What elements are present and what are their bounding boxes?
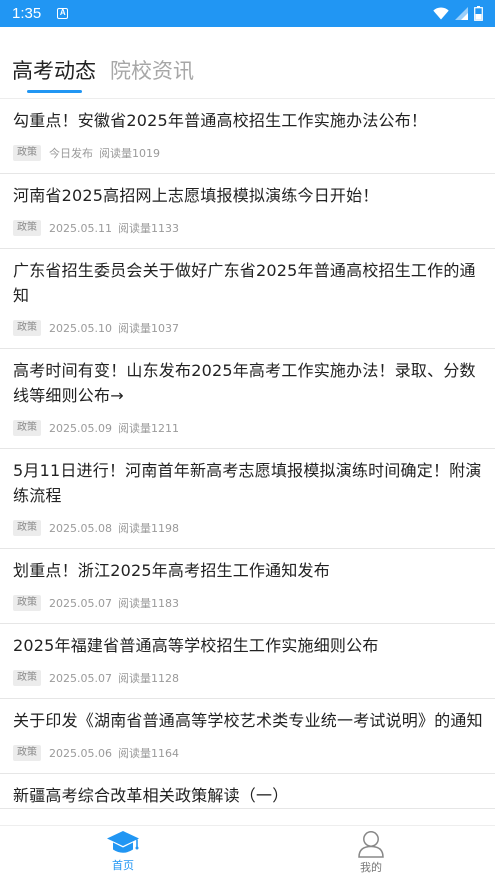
bottom-nav: 首页 我的: [0, 825, 495, 880]
news-meta: 政策 2025.05.07 阅读量1183: [13, 583, 483, 623]
category-tag: 政策: [13, 320, 41, 336]
news-item[interactable]: 划重点！浙江2025年高考招生工作通知发布 政策 2025.05.07 阅读量1…: [0, 549, 495, 624]
news-title: 划重点！浙江2025年高考招生工作通知发布: [13, 561, 330, 580]
news-item[interactable]: 新疆高考综合改革相关政策解读（一）: [0, 774, 495, 809]
news-date: 2025.05.11: [49, 221, 112, 235]
read-count: 阅读量1198: [117, 522, 179, 535]
news-date: 2025.05.08: [49, 521, 112, 535]
wifi-icon: [433, 7, 449, 20]
tab-bar: 高考动态 院校资讯: [0, 27, 495, 99]
news-title: 高考时间有变！山东发布2025年高考工作实施办法！录取、分数线等细则公布→: [13, 361, 476, 405]
category-tag: 政策: [13, 745, 41, 761]
category-tag: 政策: [13, 520, 41, 536]
news-meta: 政策 2025.05.08 阅读量1198: [13, 508, 483, 548]
news-title: 2025年福建省普通高等学校招生工作实施细则公布: [13, 636, 379, 655]
category-tag: 政策: [13, 595, 41, 611]
nav-home[interactable]: 首页: [83, 826, 163, 880]
news-item[interactable]: 河南省2025高招网上志愿填报模拟演练今日开始！ 政策 2025.05.11 阅…: [0, 174, 495, 249]
news-list[interactable]: 勾重点！安徽省2025年普通高校招生工作实施办法公布！ 政策 今日发布 阅读量1…: [0, 99, 495, 825]
news-meta: 政策 2025.05.09 阅读量1211: [13, 408, 483, 448]
news-item[interactable]: 勾重点！安徽省2025年普通高校招生工作实施办法公布！ 政策 今日发布 阅读量1…: [0, 99, 495, 174]
tab-gaokao-news[interactable]: 高考动态: [12, 57, 96, 85]
news-title: 勾重点！安徽省2025年普通高校招生工作实施办法公布！: [13, 111, 428, 130]
category-tag: 政策: [13, 420, 41, 436]
news-date: 今日发布: [49, 147, 93, 160]
news-meta: 政策 2025.05.11 阅读量1133: [13, 208, 483, 248]
read-count: 阅读量1037: [117, 322, 179, 335]
tab-indicator: [27, 90, 82, 93]
news-item[interactable]: 2025年福建省普通高等学校招生工作实施细则公布 政策 2025.05.07 阅…: [0, 624, 495, 699]
battery-icon: [474, 6, 483, 21]
signal-icon: [455, 7, 468, 20]
news-title: 关于印发《湖南省普通高等学校艺术类专业统一考试说明》的通知: [13, 711, 483, 730]
news-item[interactable]: 5月11日进行！河南首年新高考志愿填报模拟演练时间确定！附演练流程 政策 202…: [0, 449, 495, 549]
news-item[interactable]: 广东省招生委员会关于做好广东省2025年普通高校招生工作的通知 政策 2025.…: [0, 249, 495, 349]
news-meta: 政策 2025.05.06 阅读量1164: [13, 733, 483, 773]
read-count: 阅读量1128: [117, 672, 179, 685]
status-bar: 1:35 A: [0, 0, 495, 27]
tab-college-info[interactable]: 院校资讯: [110, 57, 194, 85]
category-tag: 政策: [13, 670, 41, 686]
read-count: 阅读量1211: [117, 422, 179, 435]
news-meta: 政策 2025.05.07 阅读量1128: [13, 658, 483, 698]
read-count: 阅读量1183: [117, 597, 179, 610]
read-count: 阅读量1133: [117, 222, 179, 235]
nav-me-label: 我的: [360, 861, 382, 874]
category-tag: 政策: [13, 145, 41, 161]
news-date: 2025.05.07: [49, 596, 112, 610]
status-time: 1:35: [12, 5, 42, 22]
read-count: 阅读量1164: [117, 747, 179, 760]
news-item[interactable]: 关于印发《湖南省普通高等学校艺术类专业统一考试说明》的通知 政策 2025.05…: [0, 699, 495, 774]
graduation-cap-icon: [107, 831, 139, 853]
user-icon: [358, 831, 384, 858]
news-title: 广东省招生委员会关于做好广东省2025年普通高校招生工作的通知: [13, 261, 476, 305]
nav-me[interactable]: 我的: [331, 826, 411, 880]
news-item[interactable]: 高考时间有变！山东发布2025年高考工作实施办法！录取、分数线等细则公布→ 政策…: [0, 349, 495, 449]
news-title: 新疆高考综合改革相关政策解读（一）: [13, 786, 289, 805]
category-tag: 政策: [13, 220, 41, 236]
news-meta: 政策 今日发布 阅读量1019: [13, 133, 483, 173]
news-title: 河南省2025高招网上志愿填报模拟演练今日开始！: [13, 186, 379, 205]
news-title: 5月11日进行！河南首年新高考志愿填报模拟演练时间确定！附演练流程: [13, 461, 482, 505]
news-date: 2025.05.10: [49, 321, 112, 335]
read-count: 阅读量1019: [99, 147, 160, 160]
news-date: 2025.05.06: [49, 746, 112, 760]
notification-icon: A: [57, 8, 69, 19]
nav-home-label: 首页: [112, 859, 134, 872]
news-date: 2025.05.09: [49, 421, 112, 435]
news-meta: 政策 2025.05.10 阅读量1037: [13, 308, 483, 348]
news-date: 2025.05.07: [49, 671, 112, 685]
status-icons: [433, 6, 483, 21]
